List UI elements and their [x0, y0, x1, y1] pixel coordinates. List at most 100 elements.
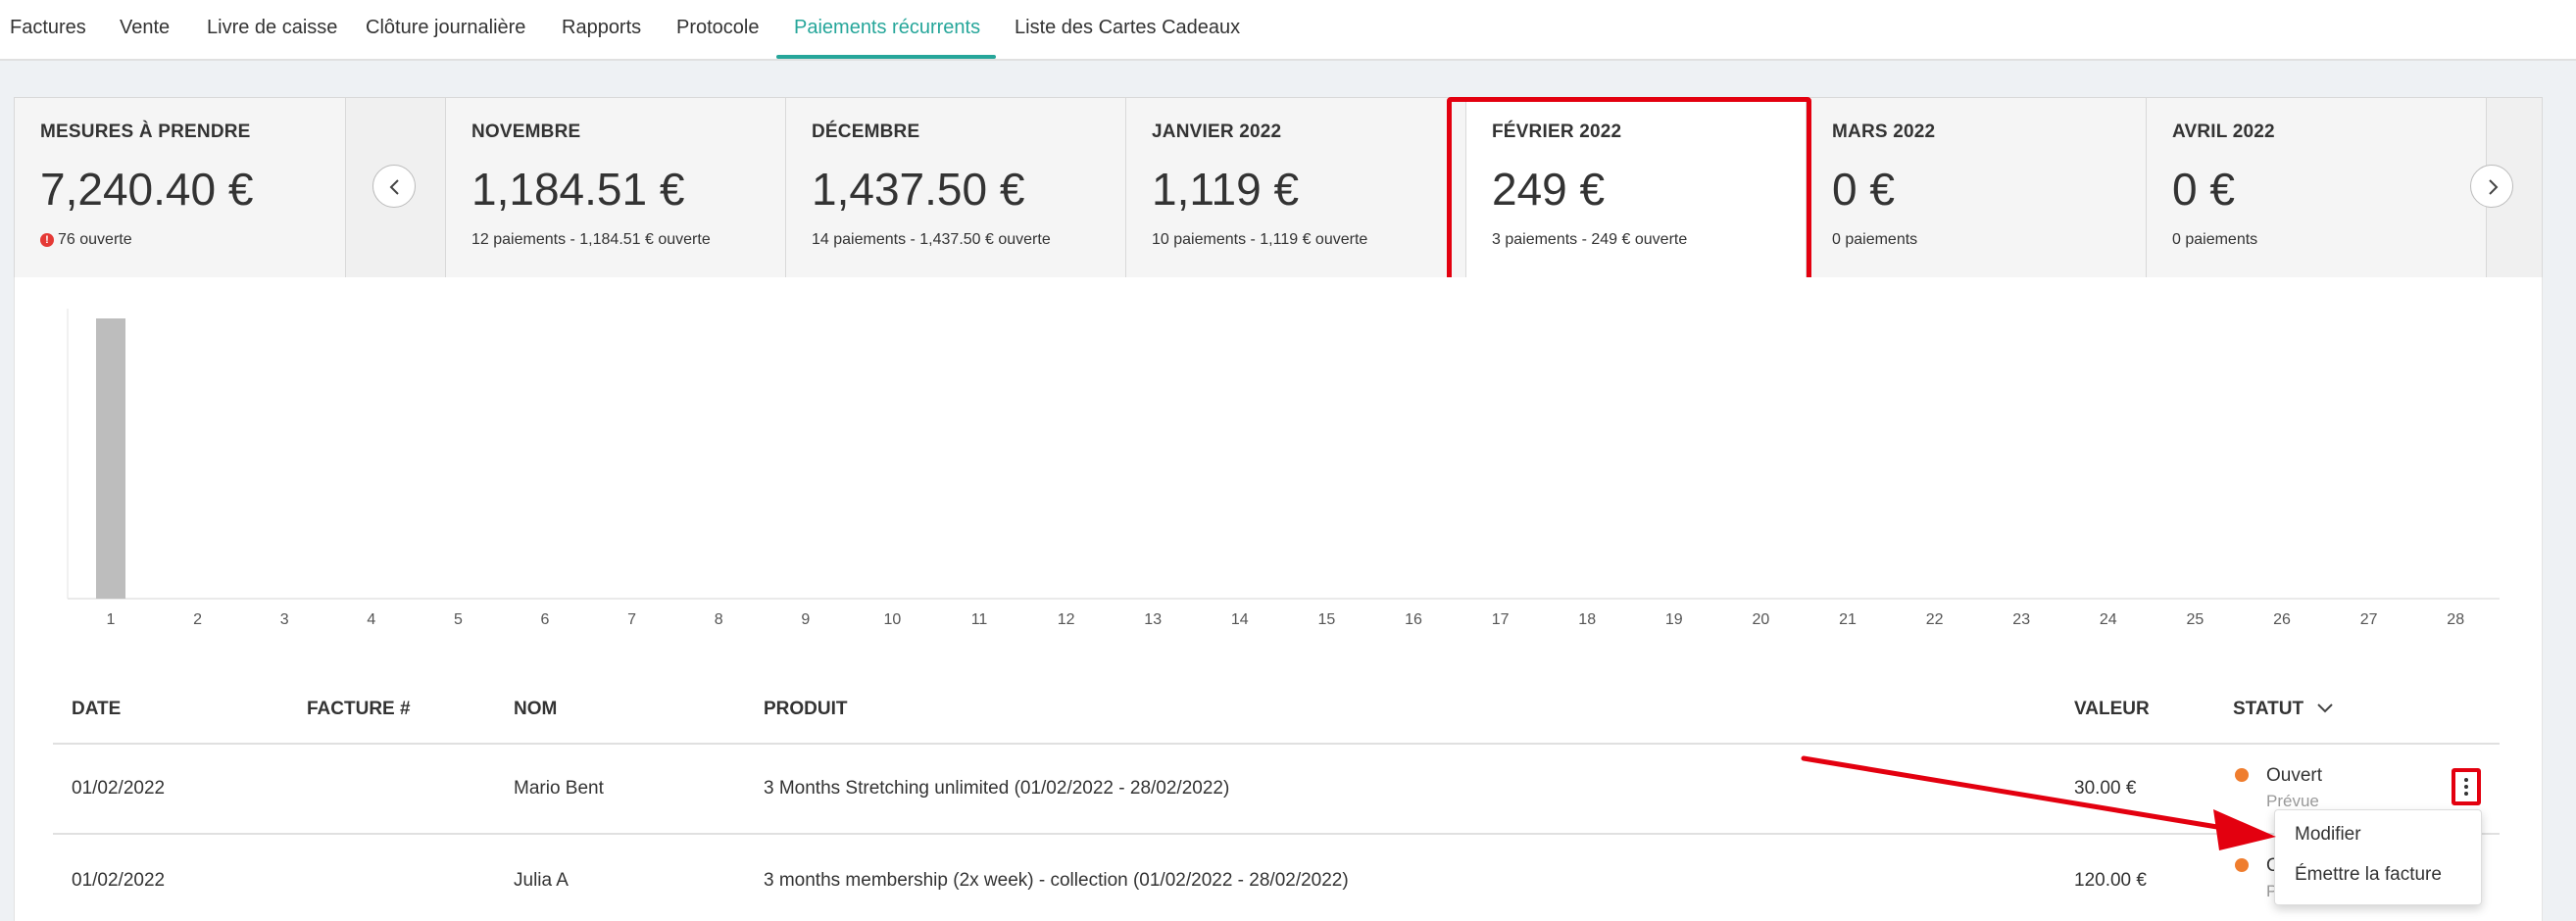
chevron-left-icon: [389, 179, 399, 195]
tab-livre-de-caisse[interactable]: Livre de caisse: [207, 0, 337, 59]
card-amount: 1,437.50 €: [812, 164, 1025, 215]
tab-paiements-recurrents[interactable]: Paiements récurrents: [794, 0, 980, 59]
header-divider: [53, 743, 2500, 745]
tab-factures[interactable]: Factures: [10, 0, 86, 59]
row1-date: 01/02/2022: [72, 778, 166, 799]
column-header-label: STATUT: [2233, 699, 2304, 719]
x-tick-label: 10: [884, 611, 902, 628]
x-tick-label: 13: [1144, 611, 1162, 628]
x-tick-label: 4: [367, 611, 375, 628]
row-divider: [53, 833, 2500, 835]
card-amount: 0 €: [1832, 164, 1895, 215]
x-tick-label: 19: [1665, 611, 1683, 628]
chevron-down-icon: [2317, 703, 2334, 713]
card-title: NOVEMBRE: [471, 121, 581, 142]
row2-date: 01/02/2022: [72, 870, 166, 891]
row2-product: 3 months membership (2x week) - collecti…: [764, 870, 1349, 891]
alert-icon: !: [40, 233, 54, 247]
selected-month-highlight: [1447, 97, 1811, 283]
kebab-icon-dot: [2464, 785, 2468, 789]
tab-rapports[interactable]: Rapports: [562, 0, 641, 59]
x-tick-label: 17: [1492, 611, 1510, 628]
x-tick-label: 1: [107, 611, 116, 628]
card-month-decembre[interactable]: DÉCEMBRE 1,437.50 € 14 paiements - 1,437…: [786, 98, 1126, 277]
carousel-prev-button[interactable]: [372, 165, 416, 208]
kebab-icon-dot: [2464, 778, 2468, 782]
x-tick-label: 23: [2012, 611, 2030, 628]
x-tick-label: 18: [1578, 611, 1596, 628]
column-header-date[interactable]: DATE: [72, 699, 121, 720]
x-tick-label: 21: [1839, 611, 1857, 628]
x-tick-label: 27: [2360, 611, 2378, 628]
row-actions-button[interactable]: [2452, 768, 2481, 805]
card-subtitle: 0 paiements: [2172, 231, 2258, 248]
card-subtitle: ! 76 ouverte: [40, 231, 132, 249]
column-header-nom[interactable]: NOM: [514, 699, 557, 720]
card-month-mars[interactable]: MARS 2022 0 € 0 paiements: [1807, 98, 2147, 277]
card-title: MARS 2022: [1832, 121, 1936, 142]
x-tick-label: 8: [715, 611, 723, 628]
chart-bar-day-1[interactable]: [96, 318, 125, 599]
row1-status: Ouvert: [2266, 765, 2323, 786]
x-tick-label: 26: [2273, 611, 2291, 628]
card-amount: 0 €: [2172, 164, 2235, 215]
card-title: DÉCEMBRE: [812, 121, 920, 142]
card-subtitle: 10 paiements - 1,119 € ouverte: [1152, 231, 1368, 248]
status-open-indicator: [2235, 858, 2249, 872]
row2-name[interactable]: Julia A: [514, 870, 569, 892]
card-month-avril[interactable]: AVRIL 2022 0 € 0 paiements: [2147, 98, 2487, 277]
active-tab-indicator: [776, 55, 996, 59]
x-tick-label: 12: [1058, 611, 1075, 628]
x-tick-label: 6: [541, 611, 550, 628]
x-tick-label: 11: [971, 611, 988, 628]
kebab-icon-dot: [2464, 792, 2468, 796]
card-subtitle: 0 paiements: [1832, 231, 1918, 248]
card-title: JANVIER 2022: [1152, 121, 1282, 142]
x-tick-label: 14: [1231, 611, 1249, 628]
x-tick-label: 5: [454, 611, 463, 628]
x-tick-label: 20: [1753, 611, 1770, 628]
row-actions-menu: Modifier Émettre la facture: [2274, 809, 2482, 905]
row1-product: 3 Months Stretching unlimited (01/02/202…: [764, 778, 1230, 799]
card-subtitle: 14 paiements - 1,437.50 € ouverte: [812, 231, 1051, 248]
x-tick-label: 2: [193, 611, 202, 628]
card-title: AVRIL 2022: [2172, 121, 2275, 142]
card-month-novembre[interactable]: NOVEMBRE 1,184.51 € 12 paiements - 1,184…: [446, 98, 786, 277]
x-tick-label: 22: [1926, 611, 1944, 628]
x-tick-label: 16: [1405, 611, 1422, 628]
top-navigation: Factures Vente Livre de caisse Clôture j…: [0, 0, 2576, 61]
chevron-right-icon: [2489, 179, 2499, 195]
tab-protocole[interactable]: Protocole: [676, 0, 760, 59]
card-amount: 1,184.51 €: [471, 164, 685, 215]
x-tick-label: 28: [2447, 611, 2464, 628]
column-header-statut[interactable]: STATUT: [2233, 699, 2334, 720]
card-month-janvier[interactable]: JANVIER 2022 1,119 € 10 paiements - 1,11…: [1126, 98, 1466, 277]
daily-bar-chart: 1 2 3 4 5 6 7 8 9 10 11 12 13 14 15 16 17 18 19 20 21 22 23 24 2…: [67, 309, 2500, 628]
card-amount: 1,119 €: [1152, 164, 1300, 215]
x-tick-label: 15: [1318, 611, 1336, 628]
card-subtitle: 12 paiements - 1,184.51 € ouverte: [471, 231, 711, 248]
card-amount: 7,240.40 €: [40, 164, 254, 215]
tab-cloture-journaliere[interactable]: Clôture journalière: [366, 0, 525, 59]
row1-name[interactable]: Mario Bent: [514, 778, 604, 800]
x-tick-label: 7: [627, 611, 636, 628]
tab-vente[interactable]: Vente: [120, 0, 170, 59]
column-header-valeur[interactable]: VALEUR: [2074, 699, 2150, 720]
card-title: MESURES À PRENDRE: [40, 121, 251, 142]
carousel-next-button[interactable]: [2470, 165, 2513, 208]
column-header-facture[interactable]: FACTURE #: [307, 699, 411, 720]
card-actions[interactable]: MESURES À PRENDRE 7,240.40 € ! 76 ouverte: [15, 98, 346, 277]
x-tick-label: 9: [801, 611, 810, 628]
open-count: 76 ouverte: [58, 231, 132, 248]
row1-value: 30.00 €: [2074, 778, 2137, 799]
menu-item-modifier[interactable]: Modifier: [2295, 824, 2361, 846]
row2-value: 120.00 €: [2074, 870, 2147, 891]
column-header-produit[interactable]: PRODUIT: [764, 699, 848, 720]
x-tick-label: 3: [280, 611, 289, 628]
main-panel: 1 2 3 4 5 6 7 8 9 10 11 12 13 14 15 16 17 18 19 20 21 22 23 24 2…: [14, 277, 2543, 921]
tab-cartes-cadeaux[interactable]: Liste des Cartes Cadeaux: [1015, 0, 1240, 59]
status-open-indicator: [2235, 768, 2249, 782]
row1-status-sub: Prévue: [2266, 792, 2319, 810]
x-tick-label: 25: [2187, 611, 2204, 628]
menu-item-emettre-facture[interactable]: Émettre la facture: [2295, 864, 2442, 886]
